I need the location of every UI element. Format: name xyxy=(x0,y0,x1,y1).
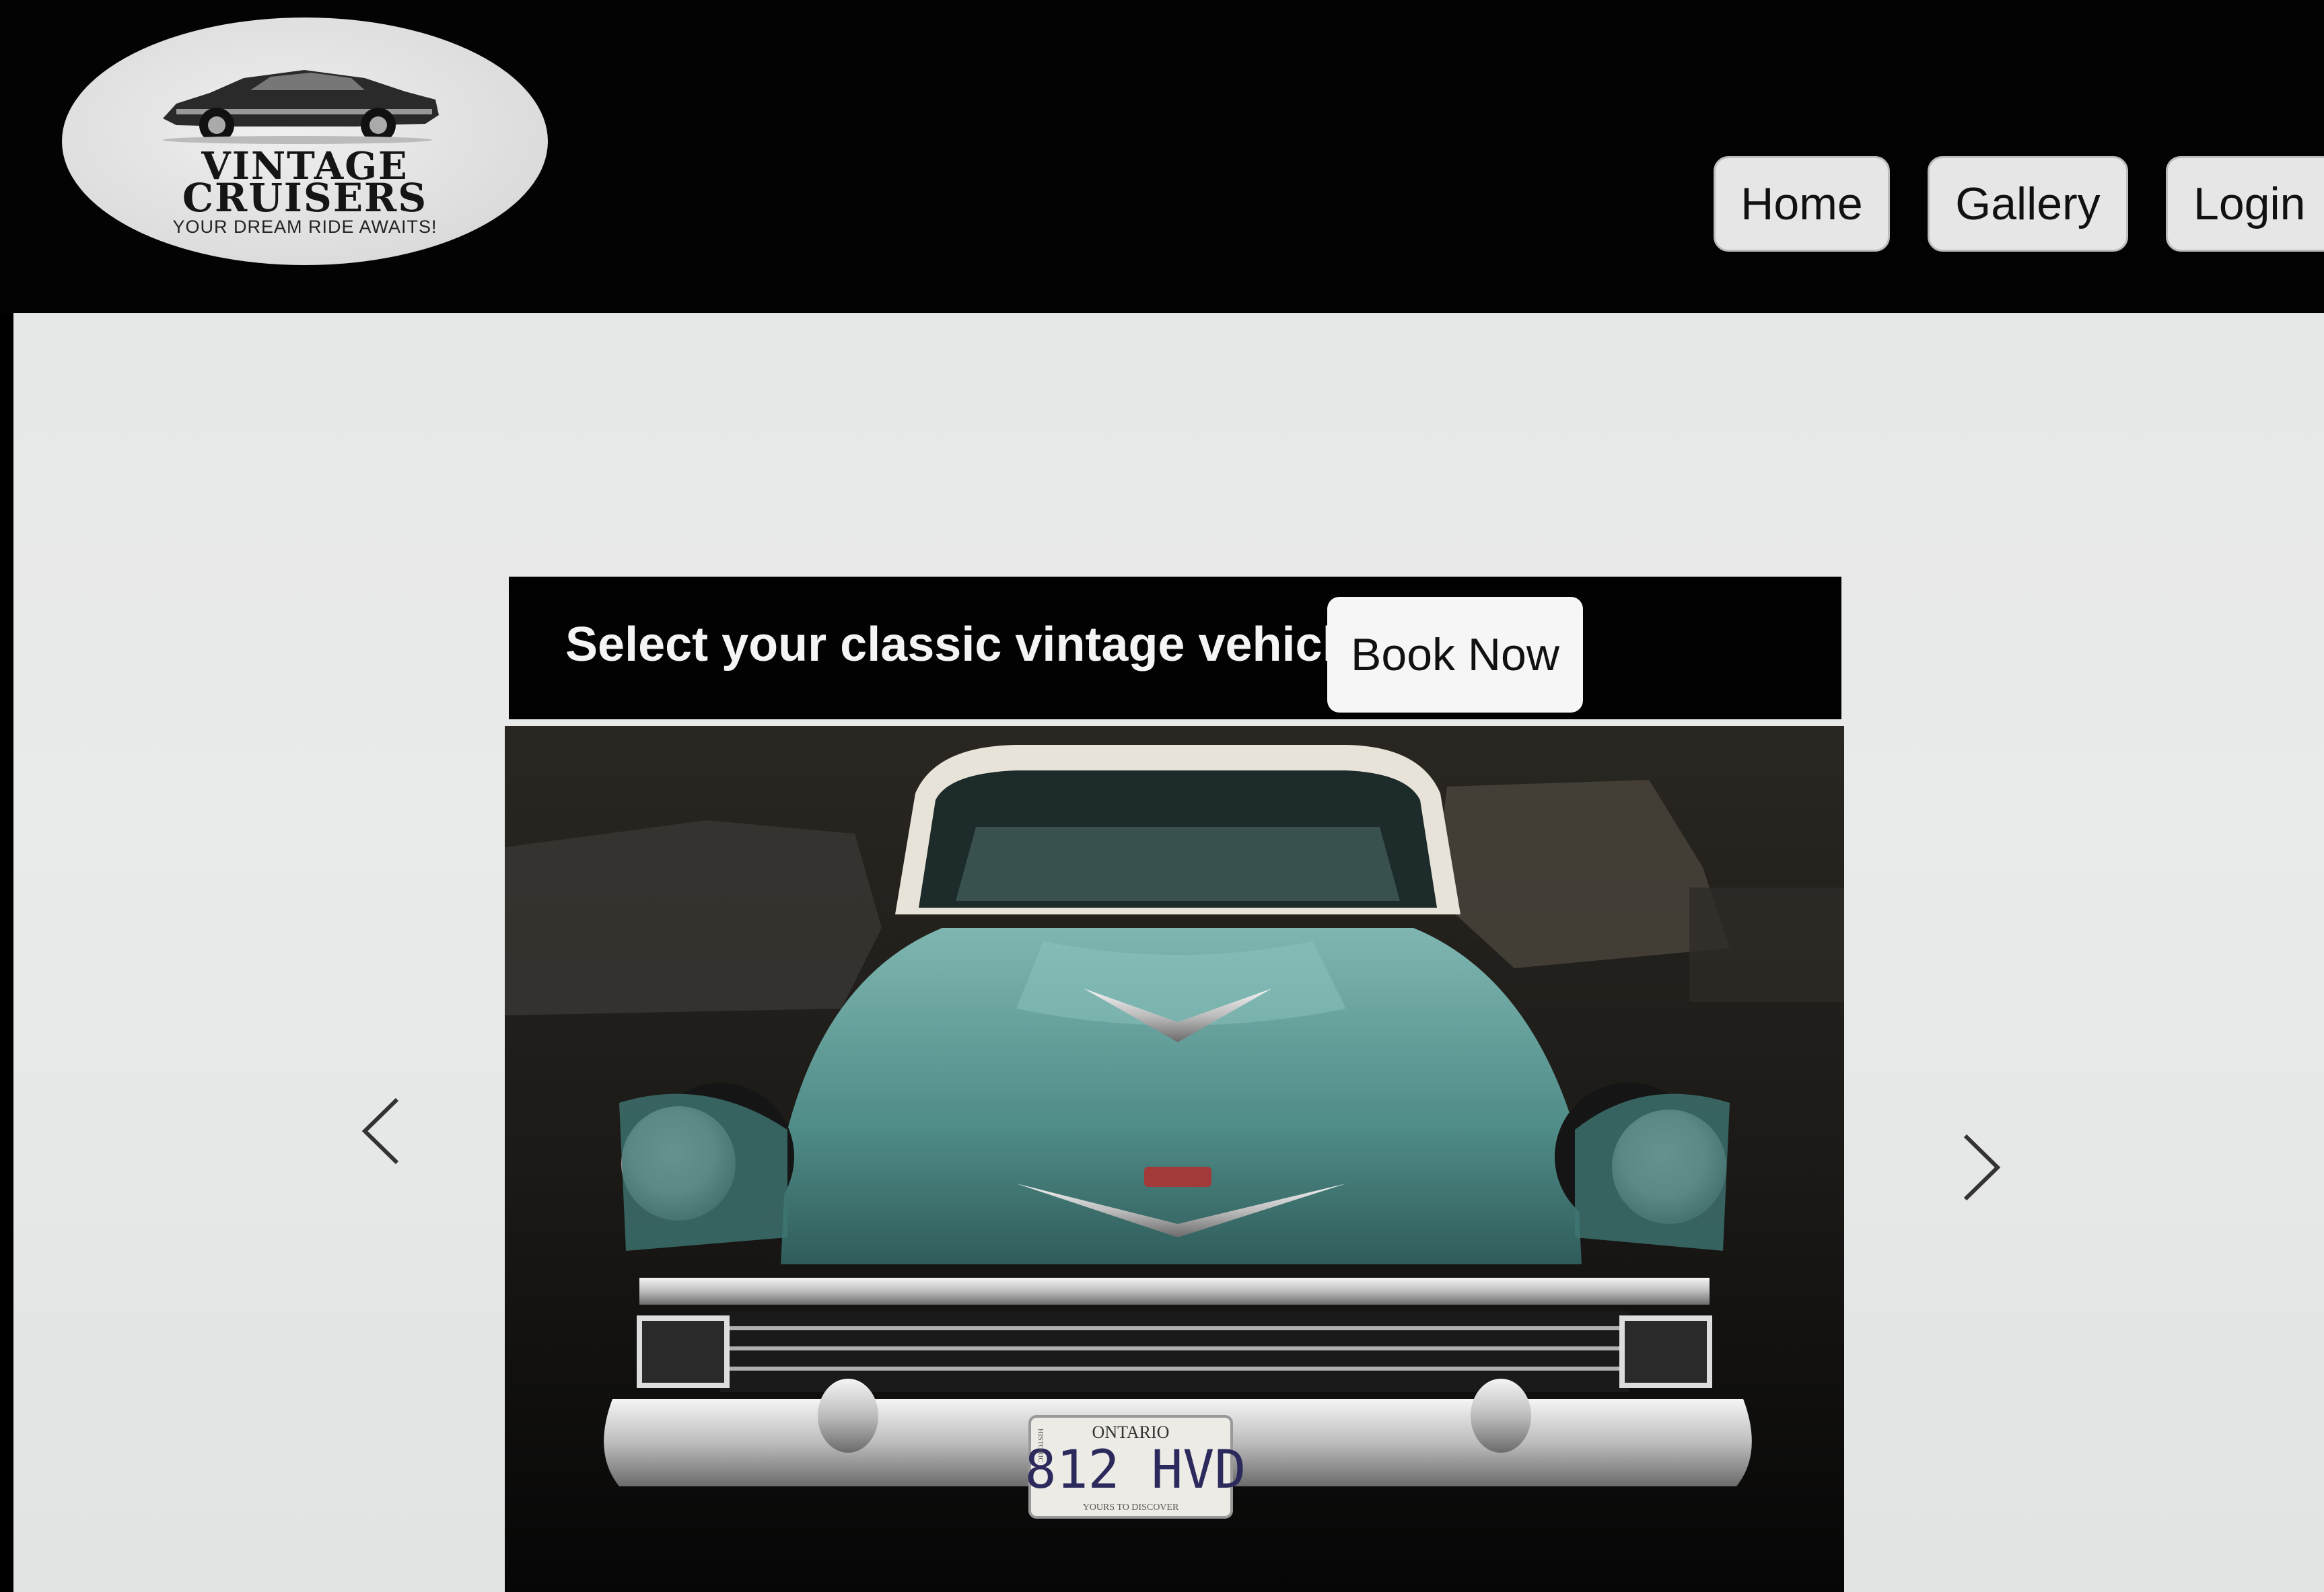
book-now-button[interactable]: Book Now xyxy=(1327,597,1583,713)
carousel-car-image[interactable]: ONTARIO 812 HVD YOURS TO DISCOVER HISTOR… xyxy=(505,726,1844,1592)
vintage-car-illustration: ONTARIO 812 HVD YOURS TO DISCOVER HISTOR… xyxy=(505,726,1844,1592)
logo-tagline: YOUR DREAM RIDE AWAITS! xyxy=(172,217,437,237)
nav-home-button[interactable]: Home xyxy=(1714,156,1890,252)
chevron-right-icon[interactable] xyxy=(1952,1130,2012,1204)
booking-bar: Select your classic vintage vehicle Book… xyxy=(509,577,1841,719)
plate-region: ONTARIO xyxy=(1092,1422,1170,1442)
plate-slogan: YOURS TO DISCOVER xyxy=(1083,1503,1179,1513)
plate-number: 812 HVD xyxy=(1025,1440,1246,1500)
nav-login-button[interactable]: Login xyxy=(2166,156,2324,252)
site-logo[interactable]: VINTAGE CRUISERS YOUR DREAM RIDE AWAITS! xyxy=(62,17,548,265)
logo-title-line2: CRUISERS xyxy=(182,175,428,221)
plate-side-label: HISTORIC xyxy=(1036,1428,1045,1463)
nav-gallery-button[interactable]: Gallery xyxy=(1928,156,2128,252)
chevron-left-icon[interactable] xyxy=(350,1094,411,1168)
page: VINTAGE CRUISERS YOUR DREAM RIDE AWAITS!… xyxy=(0,0,2324,1592)
logo-car-icon xyxy=(163,70,439,144)
booking-title: Select your classic vintage vehicle xyxy=(565,618,1363,672)
site-header: VINTAGE CRUISERS YOUR DREAM RIDE AWAITS!… xyxy=(0,0,2324,313)
